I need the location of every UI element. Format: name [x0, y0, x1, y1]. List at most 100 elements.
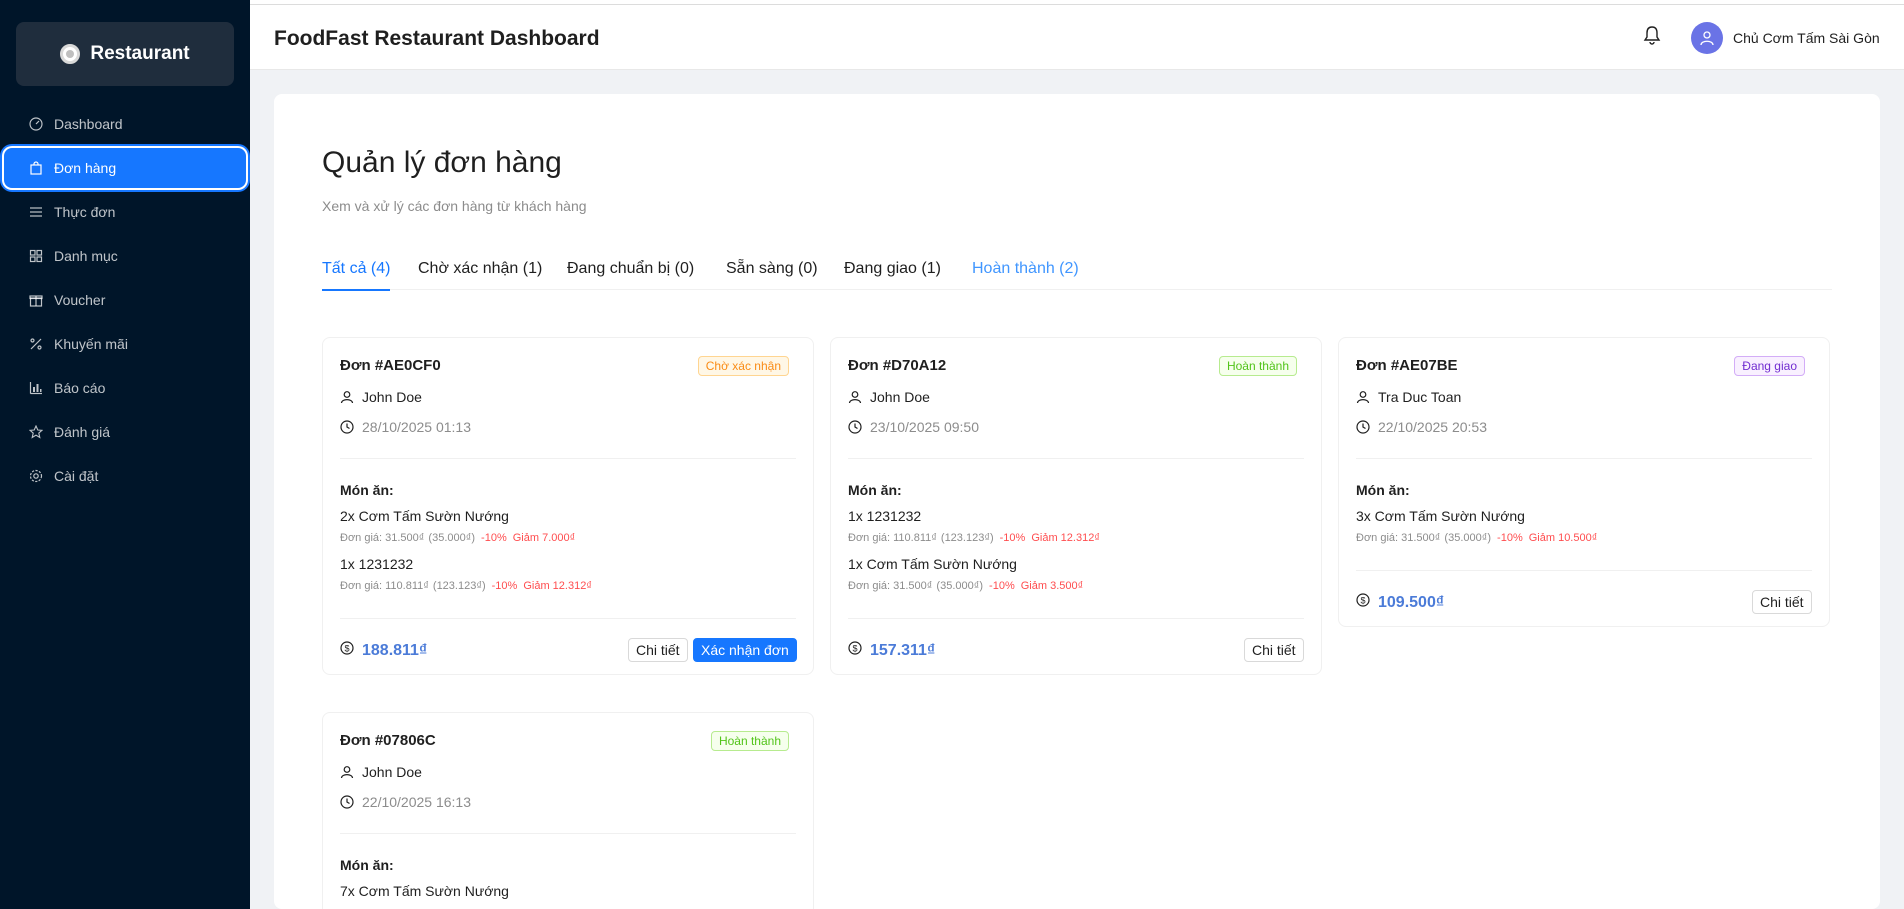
- sidebar-item-label: Cài đặt: [54, 468, 99, 484]
- dashboard-icon: [28, 116, 44, 132]
- sidebar-item-label: Dashboard: [54, 116, 123, 132]
- sidebar-item-dashboard[interactable]: Dashboard: [4, 104, 246, 144]
- sidebar-item-label: Đơn hàng: [54, 160, 117, 176]
- order-time: 23/10/2025 09:50: [870, 419, 979, 435]
- order-code: Đơn #AE07BE: [1356, 357, 1458, 374]
- tab-completed[interactable]: Hoàn thành (2): [972, 260, 1079, 290]
- gift-icon: [28, 292, 44, 308]
- svg-text:$: $: [1360, 596, 1365, 606]
- sidebar-item-label: Danh mục: [54, 248, 118, 264]
- sidebar-item-orders[interactable]: Đơn hàng: [4, 148, 246, 188]
- time-row: 22/10/2025 20:53: [1356, 419, 1487, 435]
- divider: [1356, 570, 1812, 571]
- item-name: 1x 1231232: [340, 556, 414, 572]
- customer-name: Tra Duc Toan: [1378, 389, 1462, 405]
- tab-preparing[interactable]: Đang chuẩn bị (0): [567, 260, 694, 290]
- sidebar-item-label: Khuyến mãi: [54, 336, 128, 352]
- order-total: $ 157.311₫: [848, 641, 935, 660]
- app-title: FoodFast Restaurant Dashboard: [274, 27, 600, 50]
- confirm-order-button[interactable]: Xác nhận đơn: [693, 638, 797, 662]
- item-price: Đơn giá: 110.811₫ (123.123₫) -10% Giảm 12.3…: [340, 580, 592, 592]
- original-price: (35.000₫): [936, 580, 984, 592]
- discount-rate: -10%: [481, 532, 507, 544]
- total-amount: 109.500₫: [1378, 593, 1445, 611]
- tab-ready[interactable]: Sẵn sàng (0): [726, 260, 818, 290]
- divider: [1356, 458, 1812, 459]
- detail-button[interactable]: Chi tiết: [1244, 638, 1304, 662]
- item-name: 7x Cơm Tấm Sườn Nướng: [340, 883, 509, 899]
- svg-text:$: $: [344, 644, 349, 654]
- user-icon: [1700, 31, 1714, 46]
- discount-amount: Giảm 12.312₫: [523, 580, 592, 592]
- order-code: Đơn #07806C: [340, 732, 436, 749]
- sidebar-item-settings[interactable]: Cài đặt: [4, 456, 246, 496]
- dollar-circle-icon: $: [1356, 593, 1370, 612]
- items-label: Món ăn:: [848, 482, 902, 498]
- discount-amount: Giảm 12.312₫: [1031, 532, 1100, 544]
- user-menu[interactable]: Chủ Cơm Tấm Sài Gòn: [1691, 22, 1880, 54]
- items-label: Món ăn:: [340, 857, 394, 873]
- sidebar-item-menu[interactable]: Thực đơn: [4, 192, 246, 232]
- order-code: Đơn #AE0CF0: [340, 357, 441, 374]
- dollar-circle-icon: $: [340, 641, 354, 660]
- tab-all[interactable]: Tất cả (4): [322, 260, 391, 291]
- time-row: 22/10/2025 16:13: [340, 794, 471, 810]
- status-badge: Hoàn thành: [710, 731, 789, 751]
- order-status-tabs: Tất cả (4) Chờ xác nhận (1) Đang chuẩn b…: [322, 260, 1832, 291]
- detail-button[interactable]: Chi tiết: [628, 638, 688, 662]
- sidebar-item-promotions[interactable]: Khuyến mãi: [4, 324, 246, 364]
- sidebar-item-voucher[interactable]: Voucher: [4, 280, 246, 320]
- sidebar-brand[interactable]: Restaurant: [16, 22, 234, 86]
- unit-price: Đơn giá: 31.500₫: [848, 580, 933, 592]
- order-time: 22/10/2025 16:13: [362, 794, 471, 810]
- original-price: (123.123₫): [432, 580, 486, 592]
- unit-price: Đơn giá: 110.811₫: [340, 580, 429, 592]
- svg-text:$: $: [852, 644, 857, 654]
- customer-row: John Doe: [340, 764, 422, 780]
- time-row: 23/10/2025 09:50: [848, 419, 979, 435]
- avatar: [1691, 22, 1723, 54]
- discount-amount: Giảm 3.500₫: [1020, 580, 1084, 592]
- page-subtitle: Xem và xử lý các đơn hàng từ khách hàng: [322, 198, 587, 214]
- detail-button[interactable]: Chi tiết: [1752, 590, 1812, 614]
- sidebar-item-label: Đánh giá: [54, 424, 111, 440]
- customer-row: John Doe: [848, 389, 930, 405]
- divider: [340, 618, 796, 619]
- discount-rate: -10%: [989, 580, 1015, 592]
- divider: [848, 458, 1304, 459]
- discount-rate: -10%: [1497, 532, 1523, 544]
- page-title: Quản lý đơn hàng: [322, 146, 562, 179]
- status-badge: Hoàn thành: [1218, 356, 1297, 376]
- sidebar-item-categories[interactable]: Danh mục: [4, 236, 246, 276]
- item-price: Đơn giá: 31.500₫ (35.000₫) -10% Giảm 7.000₫: [340, 532, 575, 544]
- item-name: 1x Cơm Tấm Sườn Nướng: [848, 556, 1017, 572]
- customer-row: Tra Duc Toan: [1356, 389, 1461, 405]
- unit-price: Đơn giá: 31.500₫: [340, 532, 425, 544]
- unit-price: Đơn giá: 110.811₫: [848, 532, 937, 544]
- order-total: $ 109.500₫: [1356, 593, 1444, 612]
- item-name: 2x Cơm Tấm Sườn Nướng: [340, 508, 509, 524]
- total-amount: 157.311₫: [870, 641, 936, 659]
- sidebar-menu: Dashboard Đơn hàng Thực đơn Danh mục Vou…: [0, 104, 250, 500]
- top-header: FoodFast Restaurant Dashboard Chủ Cơm Tấ…: [250, 5, 1904, 70]
- order-card: Đơn #AE07BE Đang giao Tra Duc Toan 22/10…: [1338, 337, 1830, 627]
- sidebar-item-reviews[interactable]: Đánh giá: [4, 412, 246, 452]
- bell-icon[interactable]: [1642, 25, 1662, 47]
- original-price: (35.000₫): [1444, 532, 1492, 544]
- tab-pending[interactable]: Chờ xác nhận (1): [418, 260, 542, 290]
- settings-icon: [28, 468, 44, 484]
- user-icon: [1356, 390, 1370, 404]
- user-name: Chủ Cơm Tấm Sài Gòn: [1733, 30, 1880, 46]
- sidebar-item-label: Thực đơn: [54, 204, 116, 220]
- brand-label: Restaurant: [90, 43, 190, 64]
- unit-price: Đơn giá: 31.500₫: [1356, 532, 1441, 544]
- tab-shipping[interactable]: Đang giao (1): [844, 260, 941, 290]
- sidebar-item-reports[interactable]: Báo cáo: [4, 368, 246, 408]
- user-icon: [340, 765, 354, 779]
- item-name: 1x 1231232: [848, 508, 922, 524]
- dollar-circle-icon: $: [848, 641, 862, 660]
- clock-icon: [340, 795, 354, 809]
- divider: [848, 618, 1304, 619]
- customer-row: John Doe: [340, 389, 422, 405]
- clock-icon: [1356, 420, 1370, 434]
